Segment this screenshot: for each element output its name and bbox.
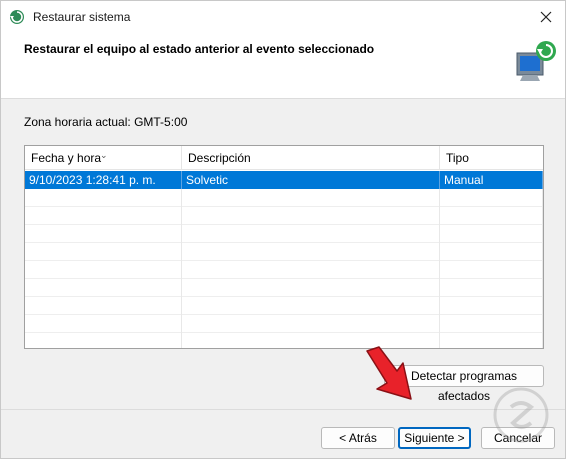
cell-type: Manual [440, 171, 543, 189]
column-header-date[interactable]: Fecha y hora ⌄ [25, 146, 182, 170]
empty-row [25, 279, 543, 297]
sort-indicator-icon: ⌄ [100, 150, 108, 160]
monitor-restore-icon [516, 41, 556, 81]
wizard-header: Restaurar el equipo al estado anterior a… [1, 33, 565, 99]
timezone-label: Zona horaria actual: GMT-5:00 [24, 115, 188, 129]
cell-description: Solvetic [182, 171, 440, 189]
restore-dialog: Restaurar sistema Restaurar el equipo al… [0, 0, 566, 459]
empty-row [25, 225, 543, 243]
wizard-body: Zona horaria actual: GMT-5:00 Fecha y ho… [1, 99, 565, 409]
back-button[interactable]: < Atrás [321, 427, 395, 449]
cell-date: 9/10/2023 1:28:41 p. m. [25, 171, 182, 189]
close-button[interactable] [531, 5, 561, 29]
watermark-logo-icon [493, 387, 549, 443]
empty-row [25, 297, 543, 315]
column-header-type[interactable]: Tipo [440, 146, 543, 170]
empty-row [25, 189, 543, 207]
column-header-description[interactable]: Descripción [182, 146, 440, 170]
table-header: Fecha y hora ⌄ Descripción Tipo [25, 146, 543, 170]
empty-row [25, 207, 543, 225]
empty-row [25, 315, 543, 333]
system-restore-icon [10, 10, 24, 24]
empty-row [25, 261, 543, 279]
window-title: Restaurar sistema [33, 10, 131, 24]
page-title: Restaurar el equipo al estado anterior a… [24, 42, 375, 56]
table-row[interactable]: 9/10/2023 1:28:41 p. m. Solvetic Manual [25, 171, 543, 189]
title-bar: Restaurar sistema [1, 1, 565, 33]
empty-row [25, 243, 543, 261]
next-button[interactable]: Siguiente > [398, 427, 471, 449]
close-icon [540, 11, 552, 23]
column-date-label: Fecha y hora [31, 151, 102, 165]
empty-row [25, 333, 543, 348]
restore-points-table[interactable]: Fecha y hora ⌄ Descripción Tipo 9/10/202… [24, 145, 544, 349]
red-arrow-icon [366, 346, 412, 400]
